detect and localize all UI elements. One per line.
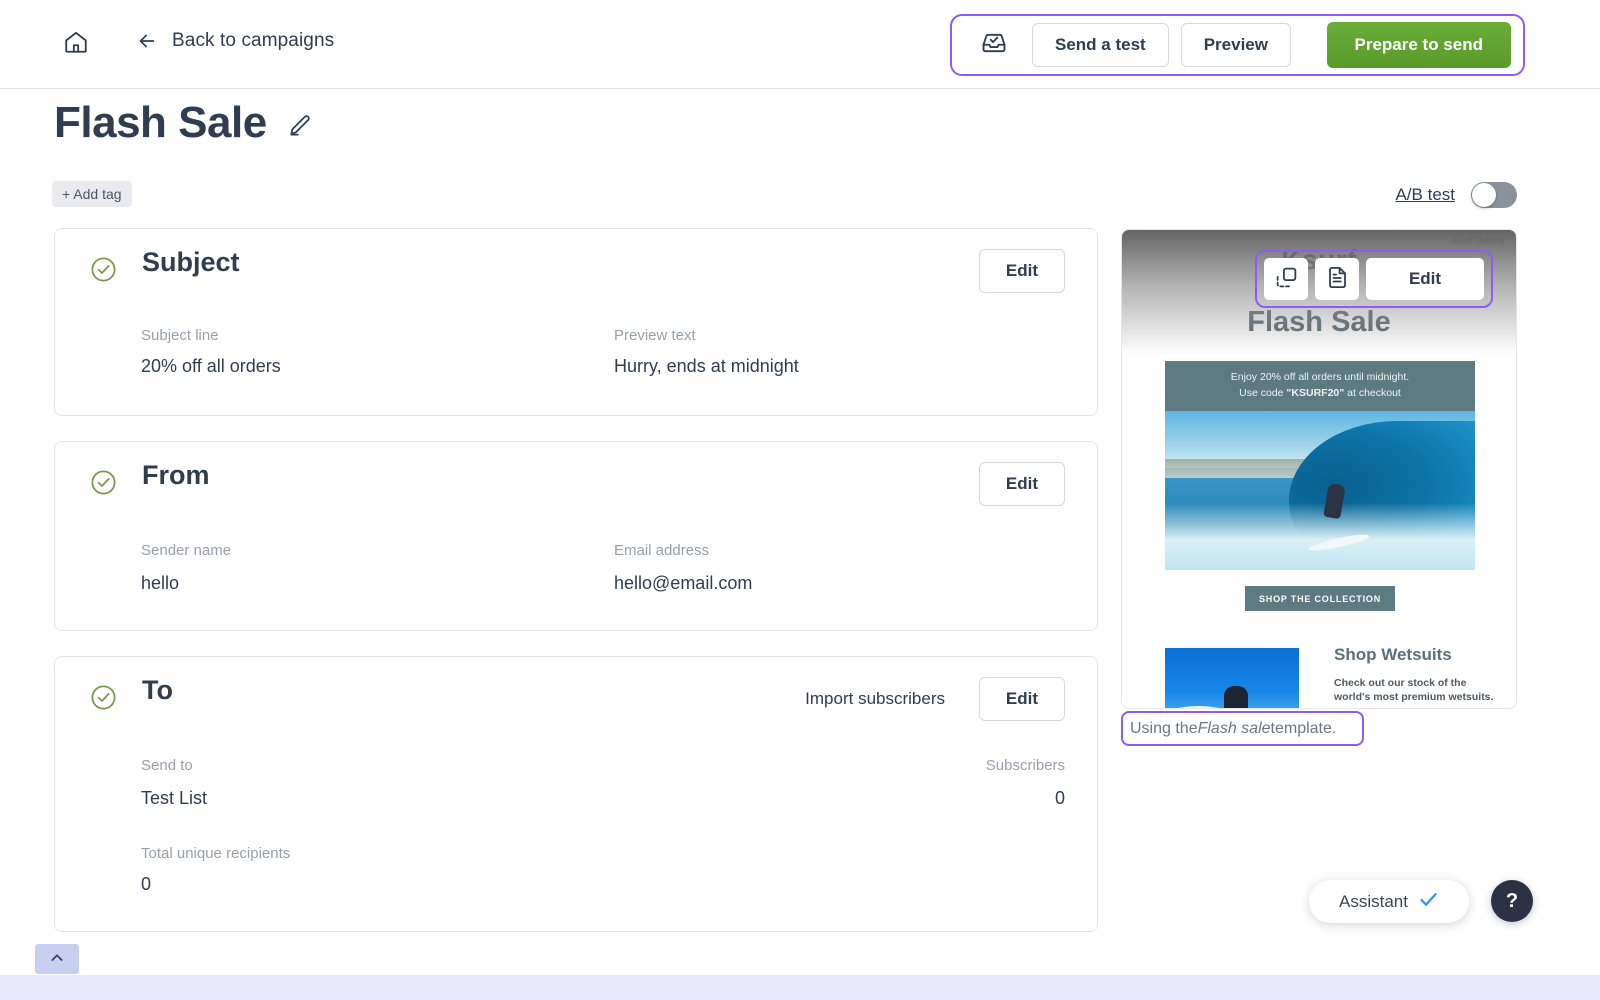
ab-test-toggle[interactable] <box>1471 182 1517 208</box>
to-edit-button[interactable]: Edit <box>979 677 1065 721</box>
email-section-body: Check out our stock of the world's most … <box>1334 676 1504 704</box>
page-title: Flash Sale <box>54 98 267 148</box>
check-circle-icon <box>89 468 118 497</box>
collapse-panel-button[interactable] <box>35 944 79 974</box>
duplicate-button[interactable] <box>1264 258 1308 300</box>
template-note-suffix: template. <box>1271 720 1337 738</box>
preview-edit-button[interactable]: Edit <box>1366 258 1484 300</box>
back-to-campaigns-link[interactable]: Back to campaigns <box>136 30 334 52</box>
back-to-campaigns-label: Back to campaigns <box>172 30 334 52</box>
ab-test-toggle-knob <box>1472 183 1496 207</box>
email-section-title: Shop Wetsuits <box>1334 645 1452 665</box>
send-to-label: Send to <box>141 757 193 774</box>
send-a-test-button[interactable]: Send a test <box>1032 23 1169 67</box>
inbox-check-icon <box>980 29 1008 62</box>
total-recipients-value: 0 <box>141 874 151 895</box>
to-card: To Import subscribers Edit Send to Test … <box>54 656 1098 932</box>
assistant-label: Assistant <box>1339 892 1408 912</box>
email-banner-prefix: Use code <box>1239 387 1286 399</box>
subscribers-label: Subscribers <box>986 757 1065 774</box>
email-hero-image <box>1165 411 1475 570</box>
check-circle-icon <box>89 683 118 712</box>
document-button[interactable] <box>1315 258 1359 300</box>
subscribers-value: 0 <box>1055 788 1065 809</box>
subject-card-header: Subject Edit <box>55 229 1097 315</box>
email-promo-code: "KSURF20" <box>1286 387 1344 399</box>
check-circle-icon <box>89 255 118 284</box>
subject-line-label: Subject line <box>141 327 219 344</box>
import-subscribers-link[interactable]: Import subscribers <box>805 689 945 709</box>
email-headline: Flash Sale <box>1122 306 1516 339</box>
page-title-row: Flash Sale <box>54 98 313 148</box>
template-note-prefix: Using the <box>1130 720 1198 738</box>
ab-test-control: A/B test <box>1395 182 1517 208</box>
pencil-icon[interactable] <box>287 113 313 139</box>
email-cta-button: SHOP THE COLLECTION <box>1245 586 1395 611</box>
from-card-header: From Edit <box>55 442 1097 528</box>
total-recipients-label: Total unique recipients <box>141 845 290 862</box>
email-banner-line-2: Use code "KSURF20" at checkout <box>1165 385 1475 401</box>
hero-foam <box>1165 503 1475 570</box>
preview-toolbar: Edit <box>1255 250 1493 308</box>
chevron-up-icon <box>49 950 65 969</box>
arrow-left-icon <box>136 30 158 52</box>
to-card-header: To Import subscribers Edit <box>55 657 1097 743</box>
home-button[interactable] <box>58 26 94 62</box>
from-card: From Edit Sender name hello Email addres… <box>54 441 1098 631</box>
sender-name-value: hello <box>141 573 179 594</box>
subject-card-title: Subject <box>142 247 240 278</box>
preview-button[interactable]: Preview <box>1181 23 1291 67</box>
assistant-button[interactable]: Assistant <box>1309 880 1469 923</box>
preview-text-label: Preview text <box>614 327 696 344</box>
preview-text-value: Hurry, ends at midnight <box>614 356 799 377</box>
from-edit-button[interactable]: Edit <box>979 462 1065 506</box>
inbox-check-button[interactable] <box>974 25 1014 65</box>
top-actions-group: Send a test Preview Prepare to send <box>950 14 1525 76</box>
send-to-value: Test List <box>141 788 207 809</box>
prepare-to-send-button[interactable]: Prepare to send <box>1327 22 1512 68</box>
email-banner-line-1: Enjoy 20% off all orders until midnight. <box>1165 369 1475 385</box>
duplicate-icon <box>1274 265 1299 293</box>
subject-card: Subject Edit Subject line 20% off all or… <box>54 228 1098 416</box>
email-address-value: hello@email.com <box>614 573 752 594</box>
email-address-label: Email address <box>614 542 709 559</box>
thumb-person <box>1224 686 1248 708</box>
from-card-title: From <box>142 460 210 491</box>
bottom-bar <box>0 975 1600 1000</box>
blue-check-icon <box>1418 889 1439 915</box>
email-promo-banner: Enjoy 20% off all orders until midnight.… <box>1165 361 1475 411</box>
home-icon <box>63 29 89 60</box>
to-card-title: To <box>142 675 173 706</box>
sender-name-label: Sender name <box>141 542 231 559</box>
add-tag-button[interactable]: + Add tag <box>52 181 132 207</box>
subject-line-value: 20% off all orders <box>141 356 281 377</box>
document-icon <box>1325 265 1350 293</box>
subject-edit-button[interactable]: Edit <box>979 249 1065 293</box>
email-banner-suffix: at checkout <box>1344 387 1401 399</box>
top-bar: Back to campaigns Send a test Preview Pr… <box>0 0 1600 89</box>
help-button[interactable]: ? <box>1491 880 1533 922</box>
template-note-name: Flash sale <box>1198 720 1271 738</box>
ab-test-label[interactable]: A/B test <box>1395 185 1455 205</box>
template-note: Using the Flash sale template. <box>1121 711 1364 746</box>
email-section-image <box>1165 648 1299 708</box>
